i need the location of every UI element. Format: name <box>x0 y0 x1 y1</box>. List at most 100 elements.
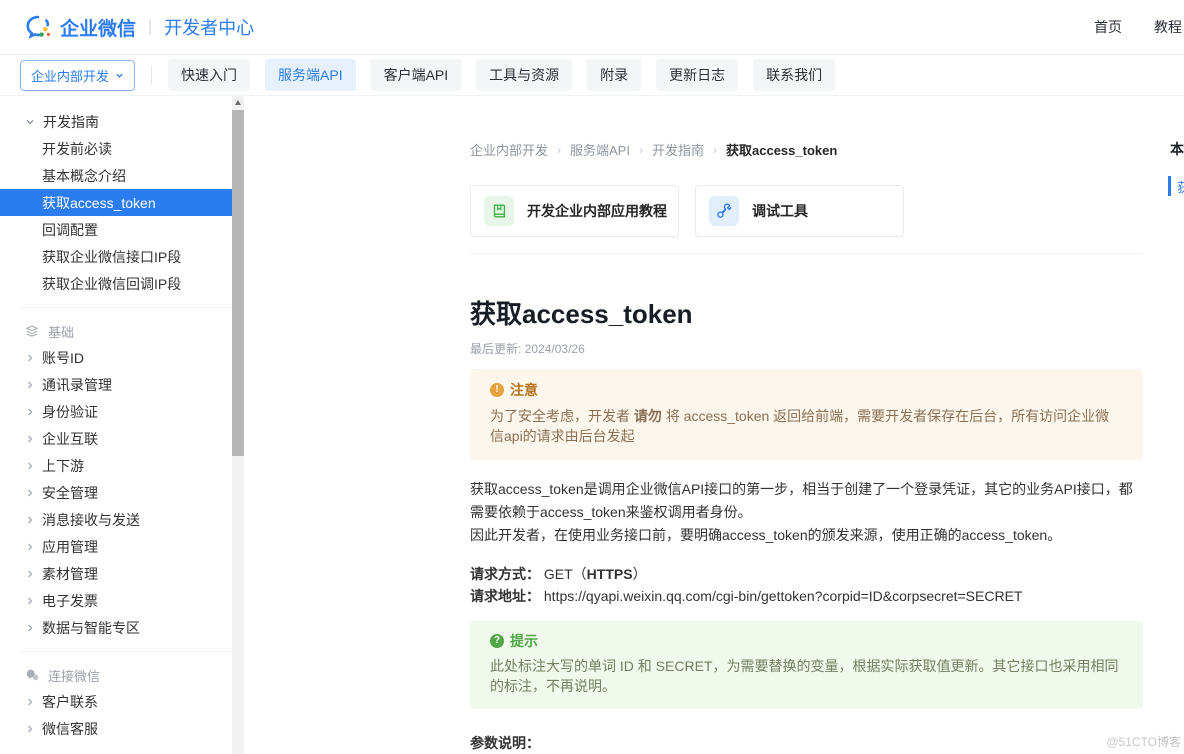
sidebar-item-label: 素材管理 <box>42 564 98 584</box>
tab-bar: 企业内部开发 快速入门 服务端API 客户端API 工具与资源 附录 更新日志 … <box>0 55 1184 96</box>
warning-box: ! 注意 为了安全考虑，开发者 请勿 将 access_token 返回给前端，… <box>470 369 1143 460</box>
sidebar-item-app-mgmt[interactable]: 应用管理 <box>0 533 232 560</box>
breadcrumb: 企业内部开发 › 服务端API › 开发指南 › 获取access_token <box>470 140 1143 159</box>
request-method-protocol: HTTPS <box>587 566 633 582</box>
breadcrumb-item[interactable]: 服务端API <box>570 140 630 159</box>
tab-quickstart[interactable]: 快速入门 <box>168 59 250 91</box>
sidebar-item-identity-verify[interactable]: 身份验证 <box>0 398 232 425</box>
chevron-right-icon <box>25 697 35 707</box>
sidebar-section-title: 连接微信 <box>48 666 100 685</box>
sidebar-item-basic-concepts[interactable]: 基本概念介绍 <box>0 162 232 189</box>
tab-appendix[interactable]: 附录 <box>587 59 641 91</box>
sidebar-item-media-mgmt[interactable]: 素材管理 <box>0 560 232 587</box>
tab-contact-us[interactable]: 联系我们 <box>753 59 835 91</box>
chevron-right-icon <box>25 407 35 417</box>
request-url-value: https://qyapi.weixin.qq.com/cgi-bin/gett… <box>544 588 1023 604</box>
book-icon <box>484 196 514 226</box>
warning-title-text: 注意 <box>510 382 538 398</box>
breadcrumb-separator-icon: › <box>630 143 652 157</box>
sidebar-section-connect-wechat: 连接微信 <box>0 662 232 688</box>
sidebar-item-label: 身份验证 <box>42 402 98 422</box>
request-method-label: 请求方式： <box>470 566 540 582</box>
sidebar: 开发指南 开发前必读 基本概念介绍 获取access_token 回调配置 获取… <box>0 96 232 754</box>
wrench-icon <box>709 196 739 226</box>
warning-text: 为了安全考虑，开发者 请勿 将 access_token 返回给前端，需要开发者… <box>490 406 1123 446</box>
sidebar-item-label: 获取access_token <box>42 193 156 213</box>
sidebar-item-label: 上下游 <box>42 456 84 476</box>
toc-heading: 本页目录 <box>1170 139 1184 159</box>
tab-tools-resources[interactable]: 工具与资源 <box>476 59 572 91</box>
sidebar-item-label: 消息接收与发送 <box>42 510 140 530</box>
sidebar-item-security-mgmt[interactable]: 安全管理 <box>0 479 232 506</box>
sidebar-item-label: 微信客服 <box>42 719 98 739</box>
sidebar-item-label: 获取企业微信接口IP段 <box>42 247 181 267</box>
sidebar-item-e-invoice[interactable]: 电子发票 <box>0 587 232 614</box>
sidebar-item-label: 回调配置 <box>42 220 98 240</box>
sidebar-scrollbar[interactable] <box>232 96 244 754</box>
sidebar-item-contacts-mgmt[interactable]: 通讯录管理 <box>0 371 232 398</box>
sidebar-item-upstream-downstream[interactable]: 上下游 <box>0 452 232 479</box>
sidebar-item-label: 获取企业微信回调IP段 <box>42 274 181 294</box>
chevron-right-icon <box>25 596 35 606</box>
chevron-right-icon <box>25 380 35 390</box>
scrollbar-thumb[interactable] <box>232 110 244 456</box>
breadcrumb-current: 获取access_token <box>726 140 837 159</box>
sidebar-item-message-send-receive[interactable]: 消息接收与发送 <box>0 506 232 533</box>
chevron-right-icon <box>25 488 35 498</box>
tab-client-api[interactable]: 客户端API <box>371 59 462 91</box>
sidebar-item-account-id[interactable]: 账号ID <box>0 344 232 371</box>
chevron-right-icon <box>25 434 35 444</box>
wecom-logo-icon <box>25 14 52 41</box>
sidebar-group-label: 开发指南 <box>43 112 99 132</box>
sidebar-item-callback-config[interactable]: 回调配置 <box>0 216 232 243</box>
exclamation-icon: ! <box>490 383 504 397</box>
sidebar-item-wechat-customer-service[interactable]: 微信客服 <box>0 715 232 742</box>
chevron-right-icon <box>25 724 35 734</box>
chevron-down-icon <box>115 71 124 80</box>
sidebar-item-label: 通讯录管理 <box>42 375 112 395</box>
brand-name: 企业微信 <box>60 14 136 41</box>
sidebar-item-customer-contact[interactable]: 客户联系 <box>0 688 232 715</box>
chat-bubbles-icon <box>25 668 39 682</box>
paragraph-line-2: 因此开发者，在使用业务接口前，要明确access_token的颁发来源，使用正确… <box>470 524 1143 547</box>
watermark: @51CTO博客 <box>1106 733 1181 750</box>
breadcrumb-item[interactable]: 开发指南 <box>652 140 704 159</box>
page-title: 获取access_token <box>470 298 1143 330</box>
chevron-right-icon <box>25 515 35 525</box>
sidebar-item-api-ip-range[interactable]: 获取企业微信接口IP段 <box>0 243 232 270</box>
sidebar-item-label: 数据与智能专区 <box>42 618 140 638</box>
chevron-right-icon <box>25 542 35 552</box>
chevron-down-icon <box>25 117 35 127</box>
breadcrumb-separator-icon: › <box>548 143 570 157</box>
sidebar-item-corp-interconnect[interactable]: 企业互联 <box>0 425 232 452</box>
sidebar-divider <box>20 307 232 308</box>
card-debug-tool[interactable]: 调试工具 <box>695 185 904 237</box>
toc-active-item[interactable]: 获取access_token <box>1168 176 1184 196</box>
scrollbar-up-arrow[interactable] <box>232 96 244 108</box>
sidebar-item-must-read[interactable]: 开发前必读 <box>0 135 232 162</box>
card-label: 调试工具 <box>752 201 808 221</box>
top-links: 首页 教程 <box>1094 17 1182 37</box>
top-header: 企业微信 | 开发者中心 首页 教程 <box>0 0 1184 55</box>
tab-changelog[interactable]: 更新日志 <box>656 59 738 91</box>
breadcrumb-item[interactable]: 企业内部开发 <box>470 140 548 159</box>
sidebar-item-get-access-token[interactable]: 获取access_token <box>0 189 232 216</box>
sidebar-item-label: 基本概念介绍 <box>42 166 126 186</box>
intro-paragraph: 获取access_token是调用企业微信API接口的第一步，相当于创建了一个登… <box>470 478 1143 547</box>
header-link-home[interactable]: 首页 <box>1094 17 1122 37</box>
sidebar-item-data-intelligence[interactable]: 数据与智能专区 <box>0 614 232 641</box>
brand[interactable]: 企业微信 | 开发者中心 <box>25 14 254 41</box>
sidebar-item-callback-ip-range[interactable]: 获取企业微信回调IP段 <box>0 270 232 297</box>
page: 企业微信 | 开发者中心 首页 教程 企业内部开发 快速入门 服务端API 客户… <box>0 0 1184 754</box>
header-link-tutorial[interactable]: 教程 <box>1154 17 1182 37</box>
tip-title: ? 提示 <box>490 633 1123 649</box>
sidebar-group-dev-guide[interactable]: 开发指南 <box>0 108 232 135</box>
card-internal-app-tutorial[interactable]: 开发企业内部应用教程 <box>470 185 679 237</box>
sidebar-item-label: 电子发票 <box>42 591 98 611</box>
brand-separator: | <box>148 18 152 36</box>
content-row: 开发指南 开发前必读 基本概念介绍 获取access_token 回调配置 获取… <box>0 96 1184 754</box>
sidebar-item-label: 应用管理 <box>42 537 98 557</box>
tab-server-api[interactable]: 服务端API <box>265 59 356 91</box>
edition-dropdown[interactable]: 企业内部开发 <box>20 60 135 91</box>
warning-text-pre: 为了安全考虑，开发者 <box>490 408 634 424</box>
